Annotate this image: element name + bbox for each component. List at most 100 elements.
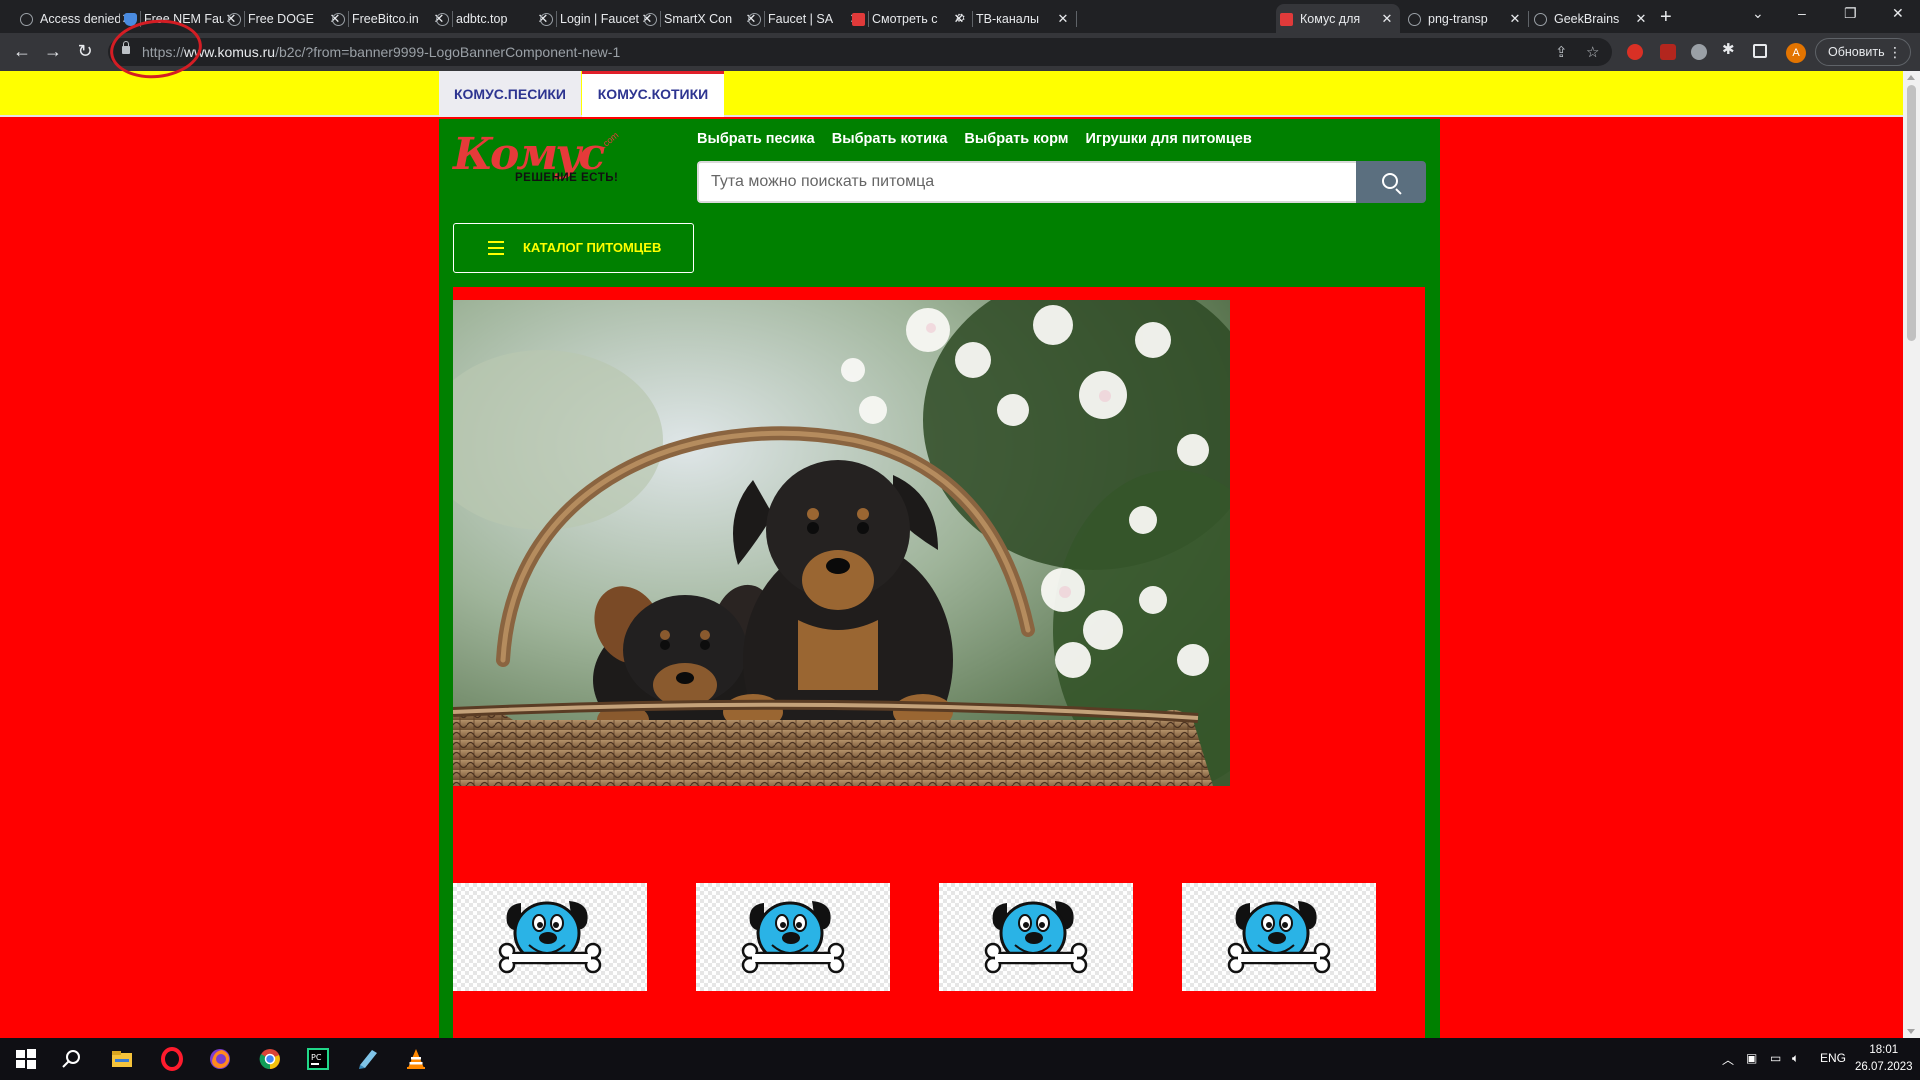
minimize-icon[interactable]: – (1798, 5, 1806, 21)
side-panel-icon[interactable] (1753, 44, 1767, 58)
reload-icon[interactable]: ↻ (73, 41, 97, 62)
tab-komus-kotiki[interactable]: КОМУС.КОТИКИ (582, 71, 724, 117)
globe-icon (748, 13, 761, 26)
search-input[interactable] (697, 161, 1357, 203)
close-tab-icon[interactable]: ✕ (1508, 11, 1522, 27)
site-main: Комус .com РЕШЕНИЕ ЕСТЬ! Выбрать песика … (439, 119, 1440, 1038)
tab-title: Login | Faucet (560, 11, 639, 26)
lock-icon[interactable] (122, 41, 130, 54)
share-icon[interactable]: ⇪ (1555, 43, 1568, 61)
notepad-icon[interactable] (356, 1047, 380, 1071)
site-top-bar: КОМУС.ПЕСИКИ КОМУС.КОТИКИ (0, 71, 1903, 117)
nav-choose-food[interactable]: Выбрать корм (964, 131, 1068, 147)
browser-tab-active[interactable]: Комус для ✕ (1276, 4, 1400, 33)
tab-komus-pesiki[interactable]: КОМУС.ПЕСИКИ (439, 71, 581, 117)
close-tab-icon[interactable]: ✕ (1056, 11, 1070, 27)
profile-avatar[interactable]: A (1786, 43, 1806, 63)
dog-with-bone-icon (498, 901, 602, 974)
opera-icon[interactable] (160, 1047, 184, 1071)
globe-icon (436, 13, 449, 26)
nav-choose-cat[interactable]: Выбрать котика (832, 131, 948, 147)
tab-title: FreeBitco.in (352, 11, 419, 26)
new-tab-button[interactable]: + (1660, 6, 1672, 29)
network-icon[interactable]: ▭ (1770, 1051, 1781, 1065)
dog-with-bone-icon (741, 901, 845, 974)
svg-text:PC: PC (311, 1053, 322, 1062)
address-bar[interactable]: https://www.komus.ru/b2c/?from=banner999… (108, 38, 1612, 66)
close-tab-icon[interactable]: ✕ (1380, 11, 1394, 27)
tv-icon: ⛭ (956, 12, 965, 24)
thumbnail-row (453, 883, 1425, 991)
tab-title: Access denied (40, 11, 120, 26)
extension-ublock-icon[interactable] (1660, 44, 1676, 60)
close-tab-icon[interactable]: ✕ (1634, 11, 1648, 27)
banner-image[interactable] (453, 300, 1230, 786)
tab-title: Смотреть с (872, 11, 938, 26)
chrome-icon[interactable] (258, 1047, 282, 1071)
update-button[interactable]: Обновить (1815, 38, 1911, 66)
close-window-icon[interactable]: ✕ (1892, 5, 1904, 22)
geekbrains-icon (1534, 13, 1547, 26)
dog-with-bone-icon (1227, 901, 1331, 974)
tab-title: Faucet | SA (768, 11, 834, 26)
tray-chevron-icon[interactable]: ︿ (1722, 1051, 1734, 1068)
page-viewport: КОМУС.ПЕСИКИ КОМУС.КОТИКИ Комус .com РЕШ… (0, 71, 1920, 1038)
catalog-button[interactable]: КАТАЛОГ ПИТОМЦЕВ (453, 223, 694, 273)
pet-card[interactable] (696, 883, 890, 991)
page-scrollbar[interactable] (1903, 71, 1920, 1038)
logo-tagline: РЕШЕНИЕ ЕСТЬ! (515, 172, 619, 184)
tab-title: Free DOGE (248, 11, 314, 26)
nav-choose-dog[interactable]: Выбрать песика (697, 131, 815, 147)
video-icon (852, 13, 865, 26)
search-icon[interactable] (60, 1047, 84, 1071)
windows-start-icon[interactable] (14, 1047, 38, 1071)
tab-title: Free NEM Faucet (144, 11, 224, 26)
vlc-icon[interactable] (404, 1047, 428, 1071)
file-explorer-icon[interactable] (110, 1047, 134, 1071)
globe-icon (644, 13, 657, 26)
globe-icon (20, 13, 33, 26)
extension-icon[interactable] (1691, 44, 1707, 60)
search-icon (1382, 173, 1398, 189)
scrollbar-thumb[interactable] (1907, 85, 1916, 341)
pet-card[interactable] (939, 883, 1133, 991)
tab-title: png-transp (1428, 11, 1488, 26)
extensions-puzzle-icon[interactable]: ✱ (1722, 40, 1738, 58)
tab-search-icon[interactable]: ⌄ (1752, 5, 1764, 22)
clock[interactable]: 18:01 26.07.2023 (1855, 1042, 1913, 1076)
nav-pet-toys[interactable]: Игрушки для питомцев (1086, 131, 1252, 147)
back-icon[interactable]: ← (10, 41, 34, 62)
globe-icon (228, 13, 241, 26)
tab-title: SmartX Con (664, 11, 733, 26)
komus-logo[interactable]: Комус .com РЕШЕНИЕ ЕСТЬ! (453, 127, 629, 187)
puppies-in-basket-illustration (453, 300, 1230, 786)
komus-favicon-icon (1280, 13, 1293, 26)
firefox-icon[interactable] (208, 1047, 232, 1071)
bookmark-star-icon[interactable]: ☆ (1586, 43, 1599, 61)
globe-icon (540, 13, 553, 26)
volume-icon[interactable]: 🔈︎ (1792, 1051, 1799, 1066)
forward-icon[interactable]: → (41, 41, 65, 62)
browser-tab[interactable]: ⛭ ТВ-каналы ✕ (952, 4, 1077, 33)
pet-card[interactable] (453, 883, 647, 991)
scroll-down-icon[interactable] (1907, 1029, 1915, 1034)
extension-icon[interactable] (1627, 44, 1643, 60)
globe-icon (332, 13, 345, 26)
search-button[interactable] (1356, 161, 1426, 203)
browser-tab[interactable]: GeekBrains ✕ (1530, 4, 1654, 33)
restore-icon[interactable]: ❐ (1844, 5, 1857, 22)
language-indicator[interactable]: ENG (1820, 1051, 1846, 1065)
browser-tab[interactable]: png-transp ✕ (1404, 4, 1529, 33)
pycharm-icon[interactable]: PC (306, 1047, 330, 1071)
tray-app-icon[interactable]: ▣ (1746, 1051, 1757, 1065)
clock-time: 18:01 (1869, 1044, 1899, 1056)
pet-card[interactable] (1182, 883, 1376, 991)
shield-icon (124, 13, 137, 26)
hamburger-menu-icon (488, 241, 504, 255)
scroll-up-icon[interactable] (1907, 75, 1915, 80)
search-bar (697, 161, 1426, 203)
url-text[interactable]: https://www.komus.ru/b2c/?from=banner999… (142, 44, 620, 60)
dog-with-bone-icon (984, 901, 1088, 974)
content-area (453, 287, 1425, 1038)
clock-date: 26.07.2023 (1855, 1061, 1913, 1073)
